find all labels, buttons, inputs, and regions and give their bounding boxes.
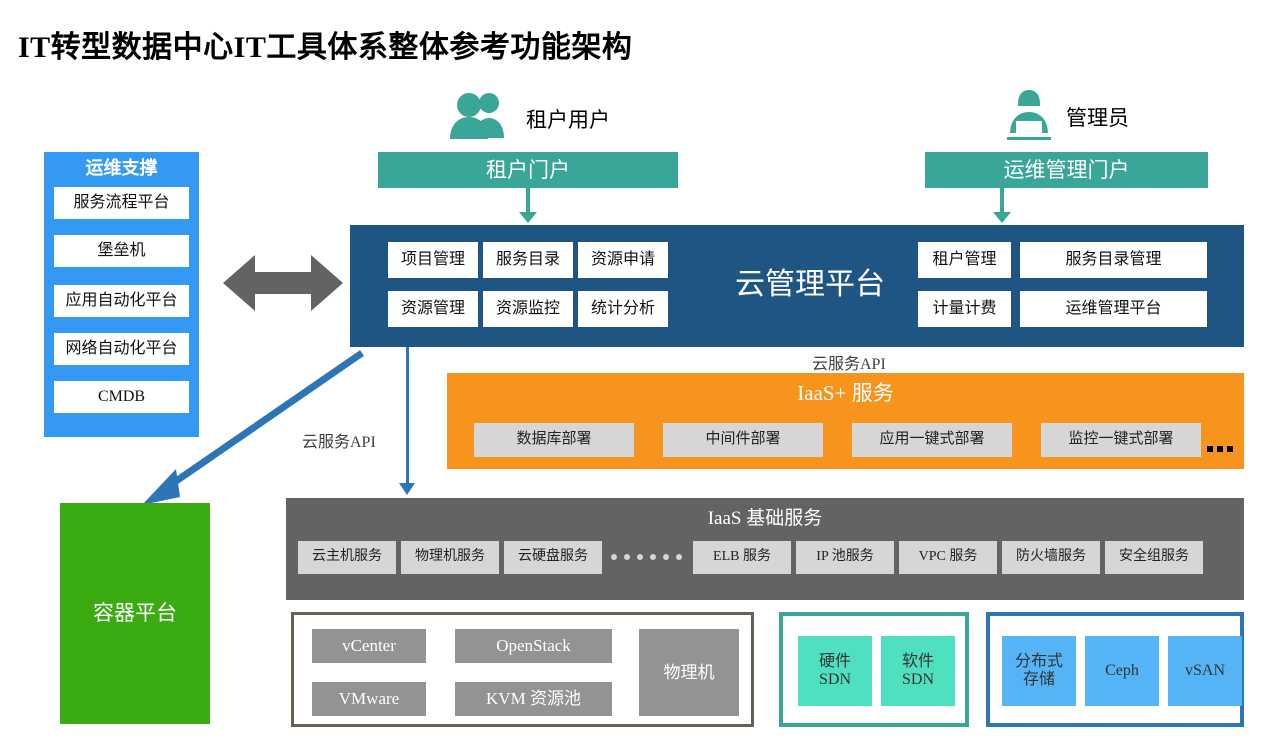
cloud-management-platform-title: 云管理平台	[735, 267, 885, 301]
ops-item-service-process[interactable]: 服务流程平台	[53, 186, 190, 220]
cmp-cell-service-catalog-management[interactable]: 服务目录管理	[1020, 242, 1207, 278]
iaas-base-item-cloud-disk[interactable]: 云硬盘服务	[504, 541, 602, 574]
tile-software-sdn[interactable]: 软件 SDN	[881, 636, 955, 706]
cmp-cell-metering-billing[interactable]: 计量计费	[918, 291, 1011, 327]
ops-portal-connector-line	[1000, 188, 1004, 212]
ops-support-title: 运维支撑	[85, 157, 158, 178]
sdn-group: 硬件 SDN 软件 SDN	[779, 612, 969, 727]
iaas-base-item-security-group[interactable]: 安全组服务	[1105, 541, 1203, 574]
tile-vmware[interactable]: VMware	[312, 682, 426, 716]
ops-item-bastion-host[interactable]: 堡垒机	[53, 234, 190, 268]
iaas-base-item-ecs[interactable]: 云主机服务	[298, 541, 396, 574]
iaas-base-item-elb[interactable]: ELB 服务	[693, 541, 791, 574]
ops-portal[interactable]: 运维管理门户	[925, 152, 1208, 188]
tile-software-sdn-label: 软件 SDN	[901, 652, 934, 688]
tile-hardware-sdn-label: 硬件 SDN	[818, 652, 851, 688]
tenant-portal-connector-line	[526, 188, 530, 212]
cmp-to-iaas-base-line	[406, 347, 409, 483]
cmp-cell-ops-management-platform[interactable]: 运维管理平台	[1020, 291, 1207, 327]
cmp-cell-project-management[interactable]: 项目管理	[388, 242, 478, 278]
iaas-base-separator-dots	[611, 554, 682, 560]
iaas-base-item-ip-pool[interactable]: IP 池服务	[796, 541, 894, 574]
container-platform-label: 容器平台	[93, 601, 177, 626]
two-users-icon	[450, 93, 504, 139]
admin-laptop-icon	[1007, 90, 1051, 140]
tile-ceph[interactable]: Ceph	[1085, 636, 1159, 706]
cmp-cell-resource-request[interactable]: 资源申请	[578, 242, 668, 278]
iaas-plus-item-monitoring-one-click-deployment[interactable]: 监控一键式部署	[1041, 423, 1201, 457]
iaas-plus-item-database-deployment[interactable]: 数据库部署	[474, 423, 634, 457]
ops-portal-connector-arrow	[993, 212, 1011, 223]
page-title: IT转型数据中心IT工具体系整体参考功能架构	[18, 31, 633, 64]
tile-distributed-storage-label: 分布式 存储	[1014, 652, 1063, 688]
tile-bare-metal[interactable]: 物理机	[639, 629, 739, 716]
tile-hardware-sdn[interactable]: 硬件 SDN	[798, 636, 872, 706]
cmp-cell-statistical-analysis[interactable]: 统计分析	[578, 291, 668, 327]
ops-item-app-automation[interactable]: 应用自动化平台	[53, 284, 190, 318]
iaas-plus-more-ellipsis	[1207, 446, 1233, 452]
administrator-label: 管理员	[1066, 106, 1129, 130]
cloud-service-api-label-left: 云服务API	[302, 434, 376, 451]
administrator-group: 管理员	[1000, 88, 1180, 140]
tenant-portal-label: 租户门户	[486, 157, 570, 182]
architecture-diagram: IT转型数据中心IT工具体系整体参考功能架构 租户用户 管理员 租户门户 运维管…	[0, 0, 1271, 754]
iaas-plus-title: IaaS+ 服务	[797, 380, 894, 405]
iaas-plus-item-app-one-click-deployment[interactable]: 应用一键式部署	[852, 423, 1012, 457]
cmp-cell-tenant-management[interactable]: 租户管理	[918, 242, 1011, 278]
iaas-base-item-bare-metal[interactable]: 物理机服务	[401, 541, 499, 574]
iaas-base-item-vpc[interactable]: VPC 服务	[899, 541, 997, 574]
ops-portal-label: 运维管理门户	[1003, 157, 1130, 182]
cmp-to-iaas-base-arrow	[399, 483, 415, 495]
cmp-cell-resource-management[interactable]: 资源管理	[388, 291, 478, 327]
tile-distributed-storage[interactable]: 分布式 存储	[1002, 636, 1076, 706]
tenant-portal[interactable]: 租户门户	[378, 152, 678, 188]
cmp-cell-resource-monitoring[interactable]: 资源监控	[483, 291, 573, 327]
iaas-base-title: IaaS 基础服务	[707, 508, 823, 530]
tile-kvm-resource-pool[interactable]: KVM 资源池	[455, 682, 612, 716]
iaas-plus-item-middleware-deployment[interactable]: 中间件部署	[663, 423, 823, 457]
bidirectional-arrow-icon	[223, 255, 343, 311]
cmp-cell-service-catalog[interactable]: 服务目录	[483, 242, 573, 278]
tenant-portal-connector-arrow	[519, 212, 537, 223]
tile-vsan[interactable]: vSAN	[1168, 636, 1242, 706]
iaas-plus-band: IaaS+ 服务 数据库部署 中间件部署 应用一键式部署 监控一键式部署	[447, 373, 1244, 469]
storage-group: 分布式 存储 Ceph vSAN	[986, 612, 1244, 727]
tile-vcenter[interactable]: vCenter	[312, 629, 426, 663]
tenant-user-group: 租户用户	[444, 92, 644, 142]
cloud-management-platform: 项目管理 服务目录 资源申请 资源管理 资源监控 统计分析 云管理平台 租户管理…	[350, 225, 1244, 347]
container-platform[interactable]: 容器平台	[60, 503, 210, 724]
tile-openstack[interactable]: OpenStack	[455, 629, 612, 663]
iaas-base-band: IaaS 基础服务 云主机服务 物理机服务 云硬盘服务 ELB 服务 IP 池服…	[286, 498, 1244, 600]
virtualization-group: vCenter OpenStack VMware KVM 资源池 物理机	[291, 612, 754, 727]
cloud-service-api-label-top: 云服务API	[812, 356, 886, 373]
tenant-user-label: 租户用户	[526, 108, 610, 132]
iaas-base-item-firewall[interactable]: 防火墙服务	[1002, 541, 1100, 574]
